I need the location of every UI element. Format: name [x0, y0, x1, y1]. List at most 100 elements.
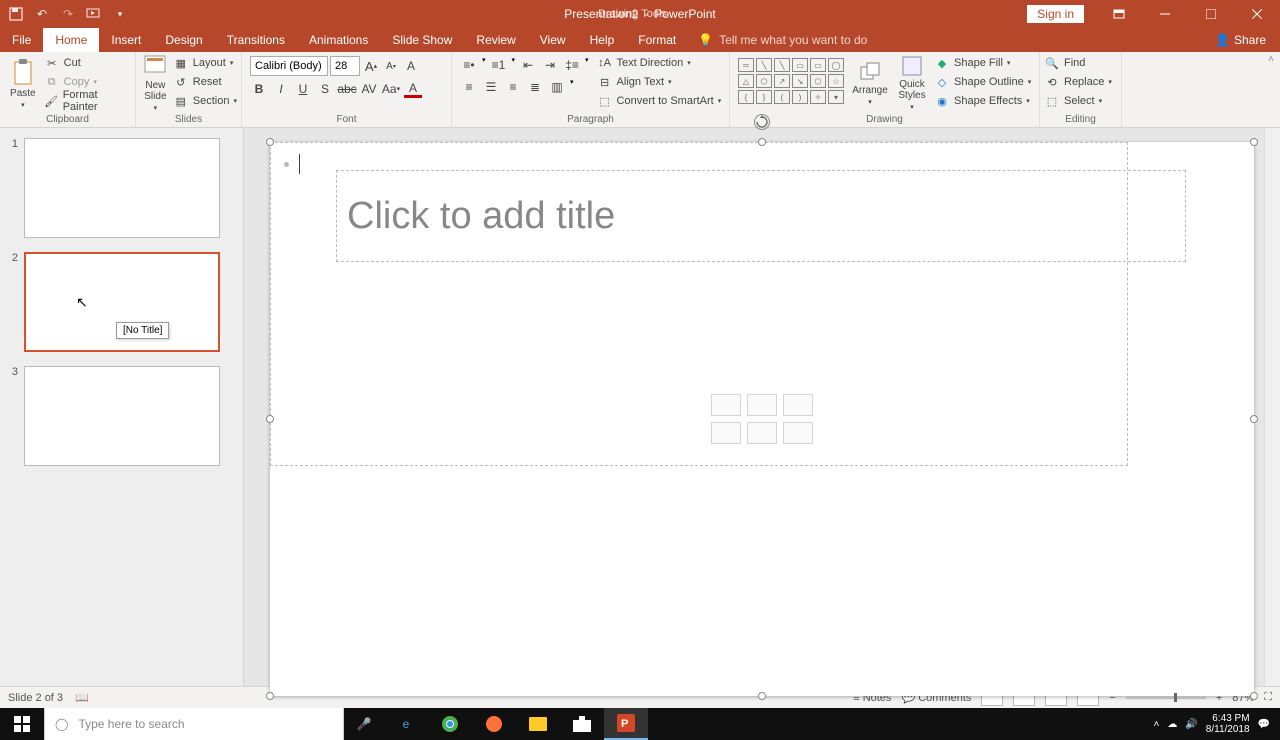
cut-button[interactable]: ✂Cut [44, 54, 131, 72]
clear-formatting-icon[interactable]: A [402, 57, 420, 75]
shapes-gallery[interactable]: ═╲╲▭▭◯ △⬠↗↘⬡☆ {}()✧▾ [738, 58, 844, 104]
tab-slideshow[interactable]: Slide Show [380, 28, 464, 52]
selection-handle[interactable] [266, 415, 274, 423]
tray-volume-icon[interactable]: 🔊 [1185, 719, 1197, 730]
shadow-button[interactable]: S [316, 80, 334, 98]
sign-in-button[interactable]: Sign in [1027, 5, 1084, 23]
selection-handle[interactable] [1250, 138, 1258, 146]
shape-effects-button[interactable]: ◉Shape Effects▾ [934, 92, 1031, 110]
underline-button[interactable]: U [294, 80, 312, 98]
maximize-icon[interactable] [1188, 0, 1234, 28]
slide[interactable]: Click to add title [270, 142, 1254, 696]
tray-notifications-icon[interactable]: 💬 [1258, 719, 1270, 730]
microphone-icon[interactable]: 🎤 [344, 717, 384, 731]
numbering-icon[interactable]: ≡1 [490, 56, 508, 74]
taskbar-store-icon[interactable] [560, 708, 604, 740]
format-painter-button[interactable]: 🖌Format Painter [44, 92, 131, 110]
taskbar-chrome-icon[interactable] [428, 708, 472, 740]
slide-canvas[interactable]: Click to add title [244, 128, 1280, 686]
columns-icon[interactable]: ▥ [548, 78, 566, 96]
decrease-indent-icon[interactable]: ⇤ [519, 56, 537, 74]
bold-button[interactable]: B [250, 80, 268, 98]
taskbar-edge-icon[interactable]: e [384, 708, 428, 740]
close-icon[interactable] [1234, 0, 1280, 28]
undo-icon[interactable]: ↶ [34, 6, 50, 22]
justify-icon[interactable]: ≣ [526, 78, 544, 96]
selection-handle[interactable] [758, 692, 766, 700]
italic-button[interactable]: I [272, 80, 290, 98]
layout-button[interactable]: ▦Layout▾ [173, 54, 237, 72]
tell-me-search[interactable]: 💡 Tell me what you want to do [688, 28, 1201, 52]
collapse-ribbon-icon[interactable]: ˄ [1268, 54, 1274, 65]
character-spacing-icon[interactable]: AV [360, 80, 378, 98]
rotate-handle[interactable] [754, 114, 770, 130]
tray-onedrive-icon[interactable]: ☁ [1167, 719, 1177, 730]
ribbon-display-options-icon[interactable] [1096, 0, 1142, 28]
insert-online-pictures-icon[interactable] [747, 422, 777, 444]
tab-insert[interactable]: Insert [99, 28, 153, 52]
font-size-combo[interactable]: 28 [330, 56, 360, 76]
slide-thumbnail-2[interactable]: ↖ [No Title] [24, 252, 220, 352]
tray-clock[interactable]: 6:43 PM 8/11/2018 [1206, 713, 1250, 735]
copy-button[interactable]: ⧉Copy▾ [44, 73, 131, 91]
reset-button[interactable]: ↺Reset [173, 73, 237, 91]
insert-chart-icon[interactable] [747, 394, 777, 416]
qat-customize-icon[interactable]: ▾ [112, 6, 128, 22]
tab-home[interactable]: Home [43, 28, 99, 52]
select-button[interactable]: ⬚Select▾ [1044, 92, 1112, 110]
font-color-icon[interactable]: A [404, 80, 422, 98]
start-from-beginning-icon[interactable] [86, 6, 102, 22]
increase-font-icon[interactable]: A▴ [362, 57, 380, 75]
selection-handle[interactable] [266, 692, 274, 700]
replace-button[interactable]: ⟲Replace▾ [1044, 73, 1112, 91]
tab-help[interactable]: Help [578, 28, 627, 52]
font-name-combo[interactable]: Calibri (Body) [250, 56, 328, 76]
tab-animations[interactable]: Animations [297, 28, 380, 52]
text-direction-button[interactable]: ↕AText Direction▾ [597, 54, 722, 72]
zoom-slider[interactable] [1126, 696, 1206, 699]
taskbar-search[interactable]: ◯ Type here to search [44, 708, 344, 740]
tab-review[interactable]: Review [464, 28, 527, 52]
slide-thumbnail-1[interactable] [24, 138, 220, 238]
new-slide-button[interactable]: New Slide ▾ [140, 54, 171, 112]
selection-handle[interactable] [1250, 415, 1258, 423]
spell-check-icon[interactable]: 📖 [75, 691, 89, 704]
insert-table-icon[interactable] [711, 394, 741, 416]
selection-handle[interactable] [758, 138, 766, 146]
vertical-scrollbar[interactable] [1264, 128, 1280, 686]
insert-smartart-icon[interactable] [783, 394, 813, 416]
change-case-icon[interactable]: Aa▾ [382, 80, 400, 98]
share-button[interactable]: 👤 Share [1201, 28, 1280, 52]
windows-start-button[interactable] [0, 708, 44, 740]
strikethrough-button[interactable]: abc [338, 80, 356, 98]
arrange-button[interactable]: Arrange▾ [848, 54, 892, 112]
tab-format[interactable]: Format [626, 28, 688, 52]
taskbar-explorer-icon[interactable] [516, 708, 560, 740]
content-insert-icons[interactable] [711, 394, 813, 444]
minimize-icon[interactable] [1142, 0, 1188, 28]
quick-styles-button[interactable]: Quick Styles▾ [892, 54, 932, 112]
convert-smartart-button[interactable]: ⬚Convert to SmartArt▾ [597, 92, 722, 110]
tray-chevron-icon[interactable]: ˄ [1154, 719, 1160, 730]
slide-thumbnail-pane[interactable]: 1 2 ↖ [No Title] 3 [0, 128, 244, 686]
tab-view[interactable]: View [528, 28, 578, 52]
align-right-icon[interactable]: ≡ [504, 78, 522, 96]
find-button[interactable]: 🔍Find [1044, 54, 1112, 72]
insert-video-icon[interactable] [783, 422, 813, 444]
fit-to-window-icon[interactable]: ⛶ [1264, 691, 1272, 704]
taskbar-firefox-icon[interactable] [472, 708, 516, 740]
slide-thumbnail-3[interactable] [24, 366, 220, 466]
line-spacing-icon[interactable]: ‡≡ [563, 56, 581, 74]
tab-transitions[interactable]: Transitions [215, 28, 297, 52]
save-icon[interactable] [8, 6, 24, 22]
tab-design[interactable]: Design [153, 28, 214, 52]
paste-button[interactable]: Paste ▾ [4, 54, 42, 112]
slide-counter[interactable]: Slide 2 of 3 [8, 692, 63, 704]
decrease-font-icon[interactable]: A▾ [382, 57, 400, 75]
align-text-button[interactable]: ⊟Align Text▾ [597, 73, 722, 91]
align-left-icon[interactable]: ≡ [460, 78, 478, 96]
increase-indent-icon[interactable]: ⇥ [541, 56, 559, 74]
tab-file[interactable]: File [0, 28, 43, 52]
bullets-icon[interactable]: ≡• [460, 56, 478, 74]
title-placeholder[interactable]: Click to add title [336, 170, 1186, 262]
